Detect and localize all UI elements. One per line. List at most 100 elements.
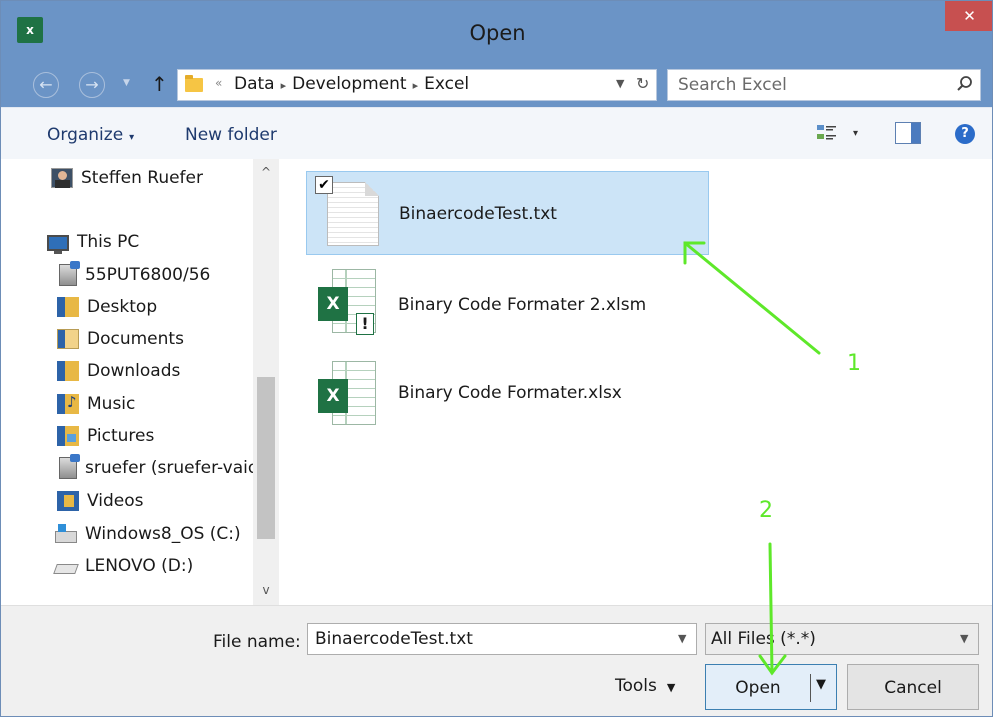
nav-item-videos[interactable]: Videos [57,488,144,514]
nav-scrollbar[interactable]: ^ v [253,159,279,605]
organize-button[interactable]: Organize ▾ [47,125,134,145]
text-file-icon [327,182,379,246]
breadcrumb: Data ▸ Development ▸ Excel [234,74,469,94]
chevron-up-icon[interactable]: ^ [253,165,279,179]
pictures-folder-icon [57,426,79,446]
open-button[interactable]: Open ▼ [705,664,837,710]
chevron-down-icon[interactable]: ▼ [616,77,624,90]
nav-item-music[interactable]: Music [57,391,135,417]
file-name-combobox: ▼ [307,623,697,655]
annotation-label-2: 2 [759,498,773,523]
computer-icon [47,235,69,254]
nav-item-pictures[interactable]: Pictures [57,423,154,449]
nav-item-label: sruefer (sruefer-vaio [85,458,259,478]
documents-folder-icon [57,329,79,349]
nav-item-label: LENOVO (D:) [85,556,194,576]
nav-item-label: 55PUT6800/56 [85,265,211,285]
nav-item-network-drive[interactable]: 55PUT6800/56 [59,261,211,288]
search-box [667,69,981,101]
folder-icon [185,75,203,92]
search-icon[interactable] [956,75,974,98]
navigation-pane: Steffen Ruefer This PC 55PUT6800/56 Desk… [1,159,279,605]
breadcrumb-development[interactable]: Development [292,74,406,94]
music-folder-icon [57,393,79,414]
nav-item-user[interactable]: Steffen Ruefer [51,165,203,191]
breadcrumb-overflow[interactable]: « [215,76,222,90]
title-bar: x Open ✕ [1,1,992,61]
nav-item-this-pc[interactable]: This PC [47,229,139,255]
view-list-icon [817,125,836,140]
chevron-down-icon: ▼ [666,681,676,694]
search-input[interactable] [668,70,948,100]
network-drive-icon [59,261,80,286]
file-item-binaercodetest[interactable]: ✔ BinaercodeTest.txt [306,171,709,255]
file-type-select[interactable]: All Files (*.*) ▼ [705,623,979,655]
chevron-down-icon: ▼ [960,632,969,645]
dialog-title: Open [469,21,526,45]
file-item-binary-code-formater[interactable]: X Binary Code Formater.xlsx [306,351,709,435]
videos-folder-icon [57,491,79,511]
nav-item-downloads[interactable]: Downloads [57,358,180,384]
file-name: Binary Code Formater.xlsx [398,383,622,403]
nav-item-label: Music [87,394,136,414]
windows-drive-icon [55,523,77,543]
nav-item-sruefer[interactable]: sruefer (sruefer-vaio [59,454,259,481]
command-bar: Organize ▾ New folder ▾ ? [1,107,992,159]
file-type-value: All Files (*.*) [711,629,816,649]
nav-item-label: Downloads [87,361,181,381]
annotation-label-1: 1 [847,351,861,376]
file-list: ✔ BinaercodeTest.txt X ! Binary Code For… [286,159,992,605]
help-icon[interactable]: ? [955,124,975,144]
breadcrumb-excel[interactable]: Excel [424,74,469,94]
nav-item-label: Documents [87,329,184,349]
chevron-down-icon[interactable]: ▾ [853,128,858,139]
file-name-label: File name: [213,632,301,652]
excel-macro-file-icon: X ! [318,269,378,335]
open-label: Open [735,678,781,698]
close-button[interactable]: ✕ [945,1,992,31]
tools-label: Tools [615,676,657,696]
recent-locations-button[interactable]: ▼ [123,78,130,88]
preview-pane-button[interactable] [895,122,921,144]
nav-item-desktop[interactable]: Desktop [57,294,157,320]
breadcrumb-separator-icon[interactable]: ▸ [413,79,419,92]
tools-button[interactable]: Tools ▼ [615,676,675,696]
nav-item-d-drive[interactable]: LENOVO (D:) [53,553,194,579]
excel-file-icon: X [318,361,378,425]
refresh-button[interactable]: ↻ [636,74,649,93]
nav-item-label: This PC [77,232,140,252]
nav-item-label: Steffen Ruefer [81,168,203,188]
nav-item-c-drive[interactable]: Windows8_OS (C:) [55,521,241,547]
open-file-dialog: x Open ✕ ← → ▼ ↑ « Data ▸ Development ▸ Exce… [0,0,993,717]
organize-label: Organize [47,125,124,145]
nav-item-label: Desktop [87,297,158,317]
file-name-input[interactable] [308,624,668,654]
new-folder-button[interactable]: New folder [185,125,277,145]
drive-icon [53,564,79,574]
bottom-bar: File name: ▼ All Files (*.*) ▼ Tools ▼ Op… [1,605,992,716]
breadcrumb-separator-icon[interactable]: ▸ [281,79,287,92]
back-button[interactable]: ← [33,72,59,98]
nav-item-label: Windows8_OS (C:) [85,524,241,544]
cancel-label: Cancel [884,678,942,698]
address-bar[interactable]: « Data ▸ Development ▸ Excel ▼ ↻ [177,69,657,101]
split-divider [810,674,811,702]
desktop-folder-icon [57,297,79,317]
scrollbar-thumb[interactable] [257,377,275,539]
nav-item-documents[interactable]: Documents [57,326,184,352]
nav-item-label: Pictures [87,426,155,446]
open-options-dropdown[interactable]: ▼ [816,677,826,692]
file-item-binary-code-formater-2[interactable]: X ! Binary Code Formater 2.xlsm [306,259,709,343]
file-name: Binary Code Formater 2.xlsm [398,295,647,315]
breadcrumb-data[interactable]: Data [234,74,275,94]
change-view-button[interactable] [815,121,845,147]
selection-checkbox[interactable]: ✔ [315,176,333,194]
file-name: BinaercodeTest.txt [399,204,557,224]
downloads-folder-icon [57,361,79,381]
forward-button[interactable]: → [79,72,105,98]
up-folder-button[interactable]: ↑ [151,72,168,96]
address-row: ← → ▼ ↑ « Data ▸ Development ▸ Excel ▼ ↻ [1,61,992,107]
chevron-down-icon[interactable]: v [253,583,279,597]
cancel-button[interactable]: Cancel [847,664,979,710]
chevron-down-icon[interactable]: ▼ [678,632,686,645]
